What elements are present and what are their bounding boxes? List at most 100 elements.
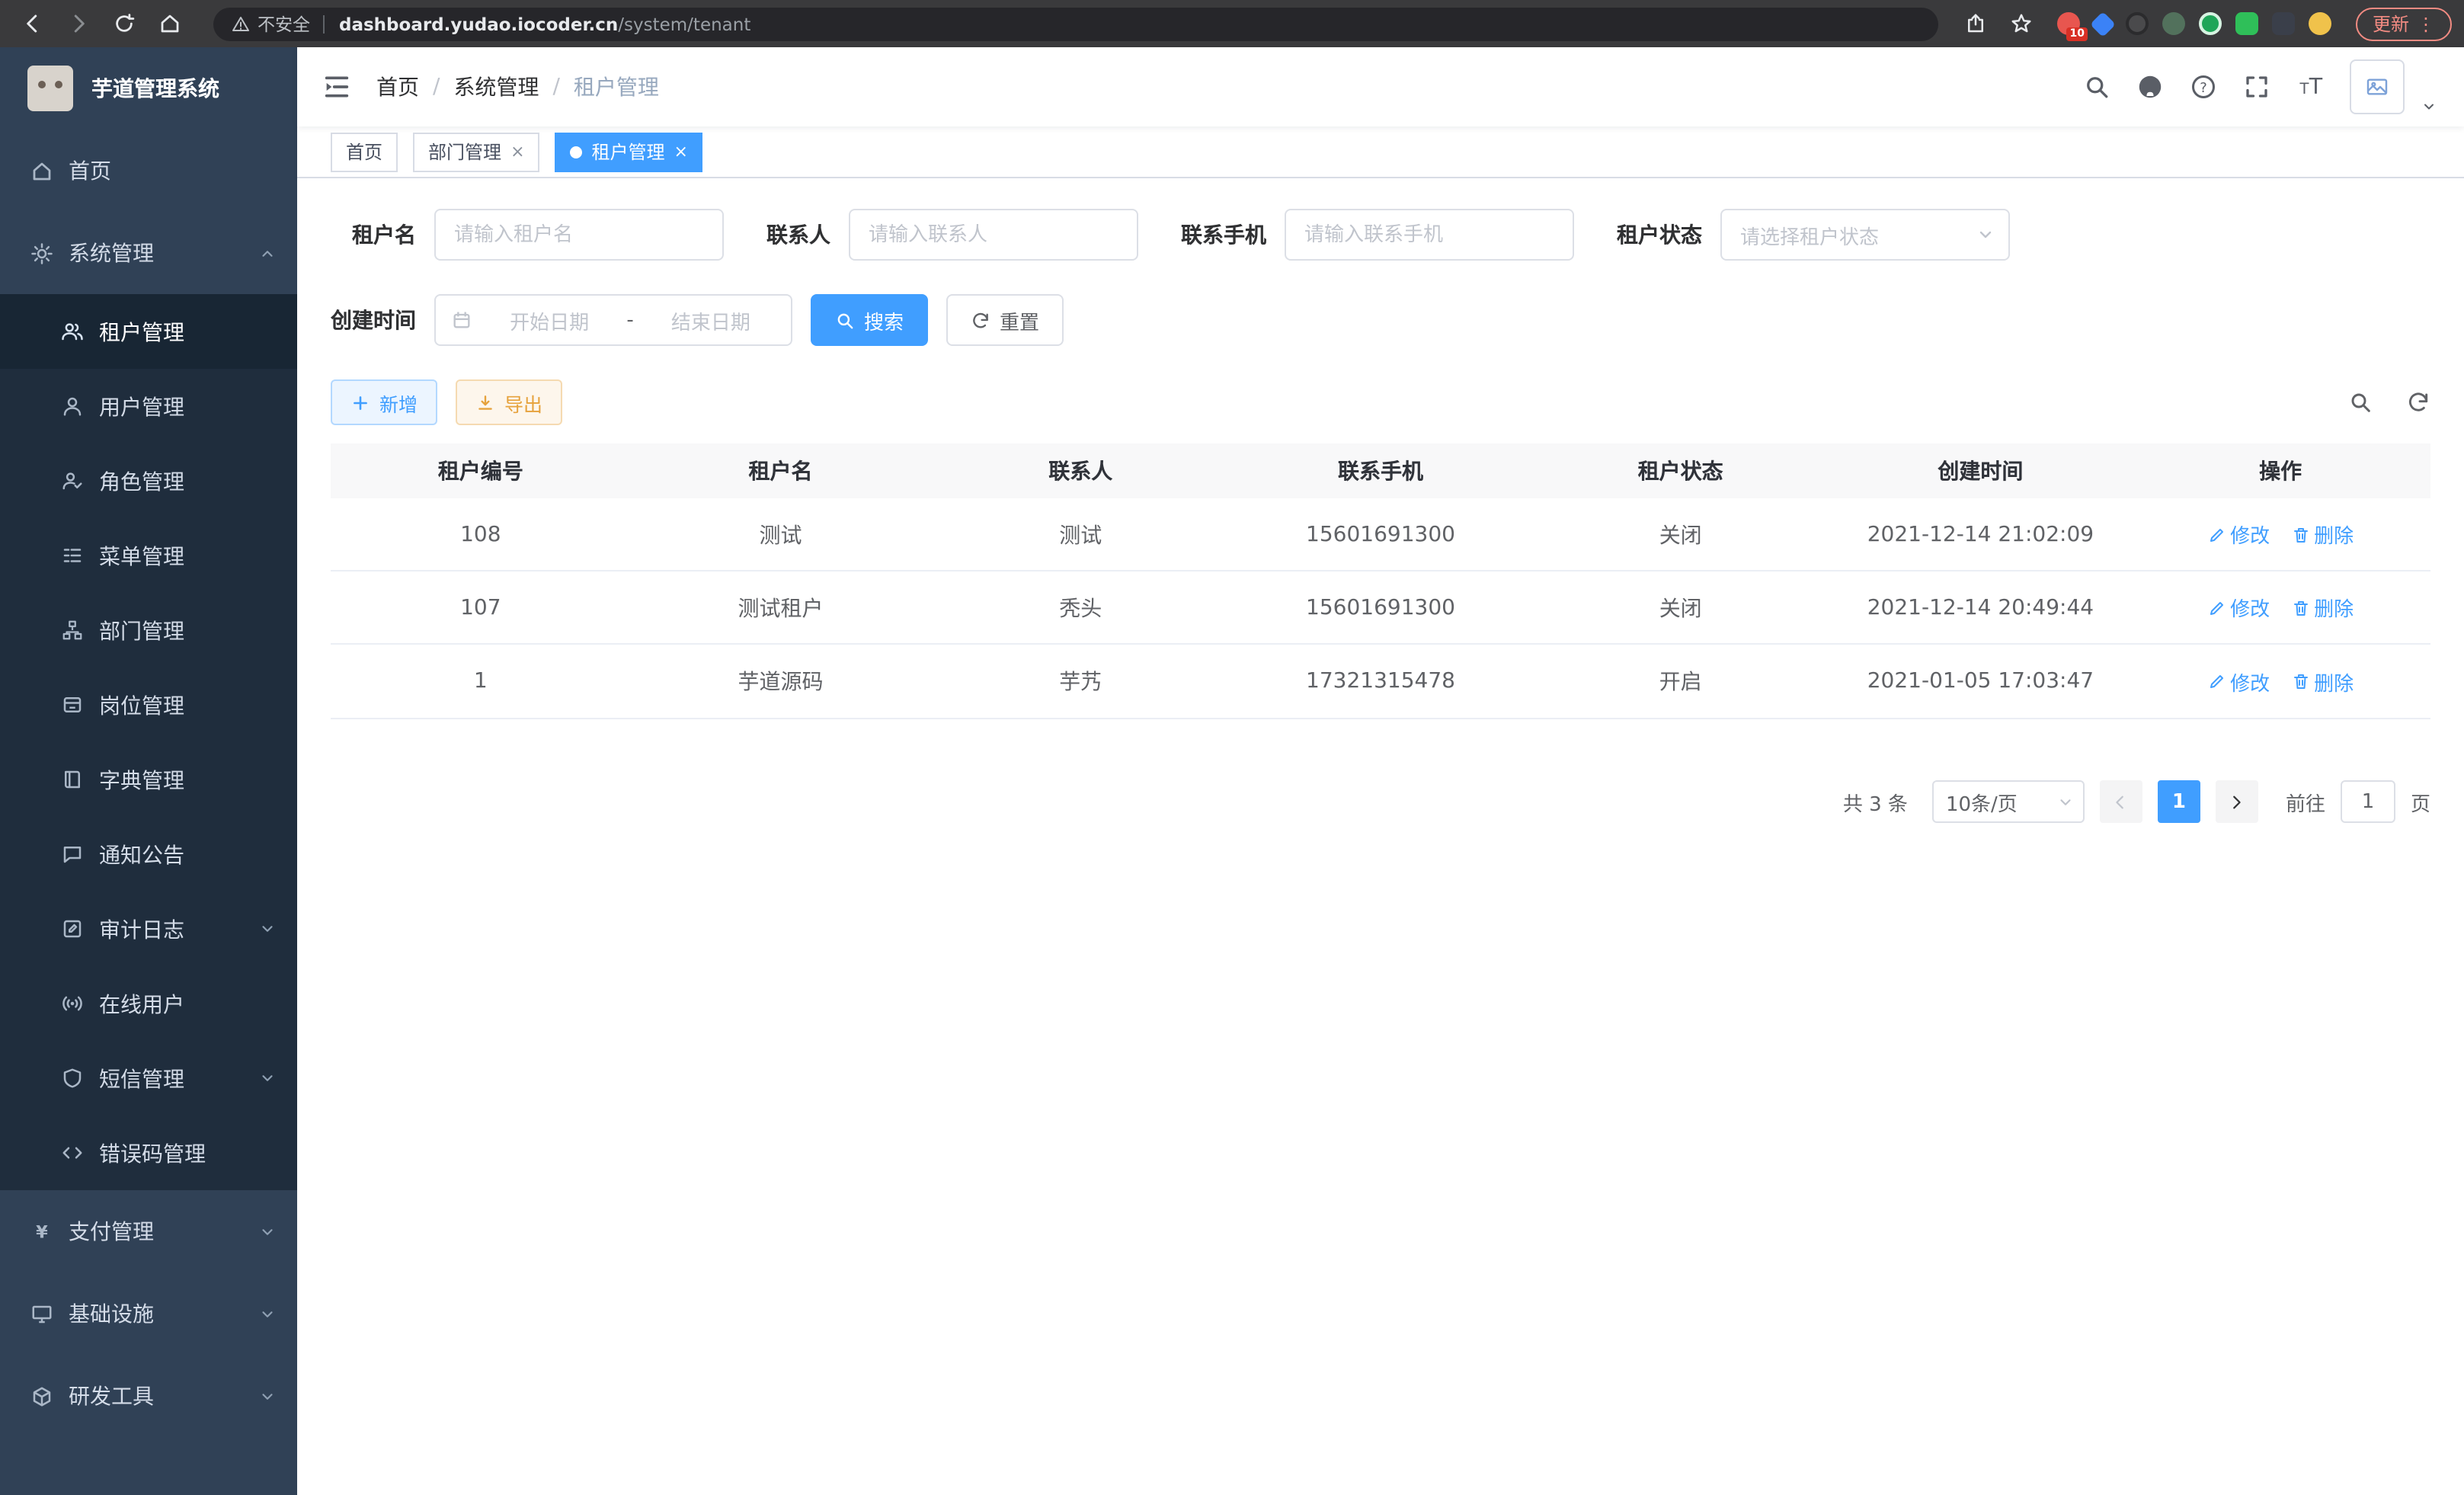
edit-link[interactable]: 修改 [2207,593,2270,622]
cube-icon [30,1385,53,1407]
breadcrumb-system[interactable]: 系统管理 [453,72,539,102]
url-text[interactable]: dashboard.yudao.iocoder.cn/system/tenant [339,13,750,34]
address-bar[interactable]: 不安全 dashboard.yudao.iocoder.cn/system/te… [213,7,1938,40]
sidebar-item-system-management[interactable]: 系统管理 [0,212,297,294]
filter-row-1: 租户名 联系人 联系手机 租户状态 请选择租户状态 [331,209,2430,261]
font-size-icon[interactable] [2296,73,2324,101]
logo[interactable]: 芋道管理系统 [0,47,297,130]
trash-icon [2291,525,2309,543]
edit-link[interactable]: 修改 [2207,520,2270,549]
share-icon[interactable] [1957,4,1996,43]
sidebar-item-sms-management[interactable]: 短信管理 [0,1041,297,1116]
sidebar-collapse-icon[interactable] [322,72,352,102]
delete-label: 删除 [2314,667,2354,696]
table-header: 租户编号 租户名 联系人 联系手机 租户状态 创建时间 操作 [331,443,2430,498]
chevron-down-icon [259,1223,276,1240]
export-button[interactable]: 导出 [456,379,562,425]
sidebar-item-label: 租户管理 [99,316,184,347]
forward-button[interactable] [58,4,98,43]
sidebar-item-infrastructure[interactable]: 基础设施 [0,1273,297,1355]
sidebar-item-menu-management[interactable]: 菜单管理 [0,518,297,593]
cell-tenant-name: 芋道源码 [631,645,931,718]
sidebar-item-tenant-management[interactable]: 租户管理 [0,294,297,369]
extension-icon[interactable] [2235,12,2258,35]
contact-input[interactable] [849,209,1138,261]
delete-link[interactable]: 删除 [2291,667,2354,696]
phone-input[interactable] [1285,209,1574,261]
search-button[interactable]: 搜索 [811,294,928,346]
sidebar-item-notice[interactable]: 通知公告 [0,817,297,892]
extension-icon[interactable] [2090,11,2116,37]
sidebar-item-label: 字典管理 [99,764,184,795]
tag-dept-management[interactable]: 部门管理 × [413,132,539,171]
cell-tenant-name: 测试 [631,498,931,570]
add-button[interactable]: 新增 [331,379,437,425]
tag-home[interactable]: 首页 [331,132,398,171]
table-toolbar: 新增 导出 [331,379,2430,425]
reset-button[interactable]: 重置 [946,294,1064,346]
extension-icon[interactable]: 10 [2057,12,2080,35]
breadcrumb-home[interactable]: 首页 [376,72,419,102]
chrome-menu-icon[interactable]: ⋮ [2417,13,2435,34]
bookmark-star-icon[interactable] [2002,4,2042,43]
extension-icon[interactable] [2126,12,2149,35]
help-icon[interactable] [2190,73,2217,101]
end-date-placeholder[interactable]: 结束日期 [646,306,776,335]
extension-icon[interactable] [2199,12,2222,35]
start-date-placeholder[interactable]: 开始日期 [485,306,614,335]
page-size-select[interactable]: 10条/页 [1932,780,2085,823]
date-range-separator: - [626,309,633,331]
sidebar-item-label: 短信管理 [99,1063,184,1093]
sidebar-item-user-management[interactable]: 用户管理 [0,369,297,443]
update-label: 更新 [2373,11,2409,37]
not-secure-label[interactable]: 不安全 [258,11,310,36]
page-number-1[interactable]: 1 [2158,780,2200,823]
goto-page-input[interactable] [2341,780,2395,823]
user-avatar[interactable] [2350,59,2405,114]
edit-label: 修改 [2230,667,2270,696]
sidebar-item-post-management[interactable]: 岗位管理 [0,667,297,742]
status-select[interactable]: 请选择租户状态 [1720,209,2010,261]
sidebar-item-audit-log[interactable]: 审计日志 [0,892,297,966]
filter-row-2: 创建时间 开始日期 - 结束日期 搜索 重置 [331,294,2430,346]
sidebar-item-payment-management[interactable]: 支付管理 [0,1190,297,1273]
chevron-down-icon [1976,226,1995,244]
github-icon[interactable] [2136,73,2164,101]
tag-tenant-management[interactable]: 租户管理 × [555,132,703,171]
toggle-search-icon[interactable] [2348,390,2373,415]
chrome-update-button[interactable]: 更新 ⋮ [2356,7,2452,40]
yen-icon [30,1220,53,1243]
edit-link[interactable]: 修改 [2207,667,2270,696]
reload-button[interactable] [104,4,143,43]
date-range-picker[interactable]: 开始日期 - 结束日期 [434,294,792,346]
refresh-icon [971,310,990,330]
sidebar-item-error-code-management[interactable]: 错误码管理 [0,1116,297,1190]
home-button[interactable] [149,4,189,43]
prev-page-button[interactable] [2100,780,2142,823]
tenant-name-input[interactable] [434,209,724,261]
sidebar-item-label: 部门管理 [99,615,184,645]
extension-icon[interactable] [2272,12,2295,35]
tag-close-icon[interactable]: × [674,142,688,162]
sidebar-item-online-users[interactable]: 在线用户 [0,966,297,1041]
trash-icon [2291,598,2309,616]
sidebar-item-dev-tools[interactable]: 研发工具 [0,1355,297,1437]
sidebar-item-home[interactable]: 首页 [0,130,297,212]
tag-close-icon[interactable]: × [510,142,524,162]
extension-icon[interactable] [2162,12,2185,35]
delete-link[interactable]: 删除 [2291,593,2354,622]
search-icon[interactable] [2083,73,2110,101]
back-button[interactable] [12,4,52,43]
next-page-button[interactable] [2216,780,2258,823]
sidebar-item-dict-management[interactable]: 字典管理 [0,742,297,817]
active-tag-dot [571,146,583,158]
sidebar-item-dept-management[interactable]: 部门管理 [0,593,297,667]
avatar-dropdown-caret-icon[interactable] [2421,99,2437,114]
badge-icon [61,693,84,716]
refresh-table-icon[interactable] [2406,390,2430,415]
delete-link[interactable]: 删除 [2291,520,2354,549]
extension-icon[interactable] [2309,12,2331,35]
breadcrumb-separator: / [552,75,559,99]
sidebar-item-role-management[interactable]: 角色管理 [0,443,297,518]
fullscreen-icon[interactable] [2243,73,2270,101]
